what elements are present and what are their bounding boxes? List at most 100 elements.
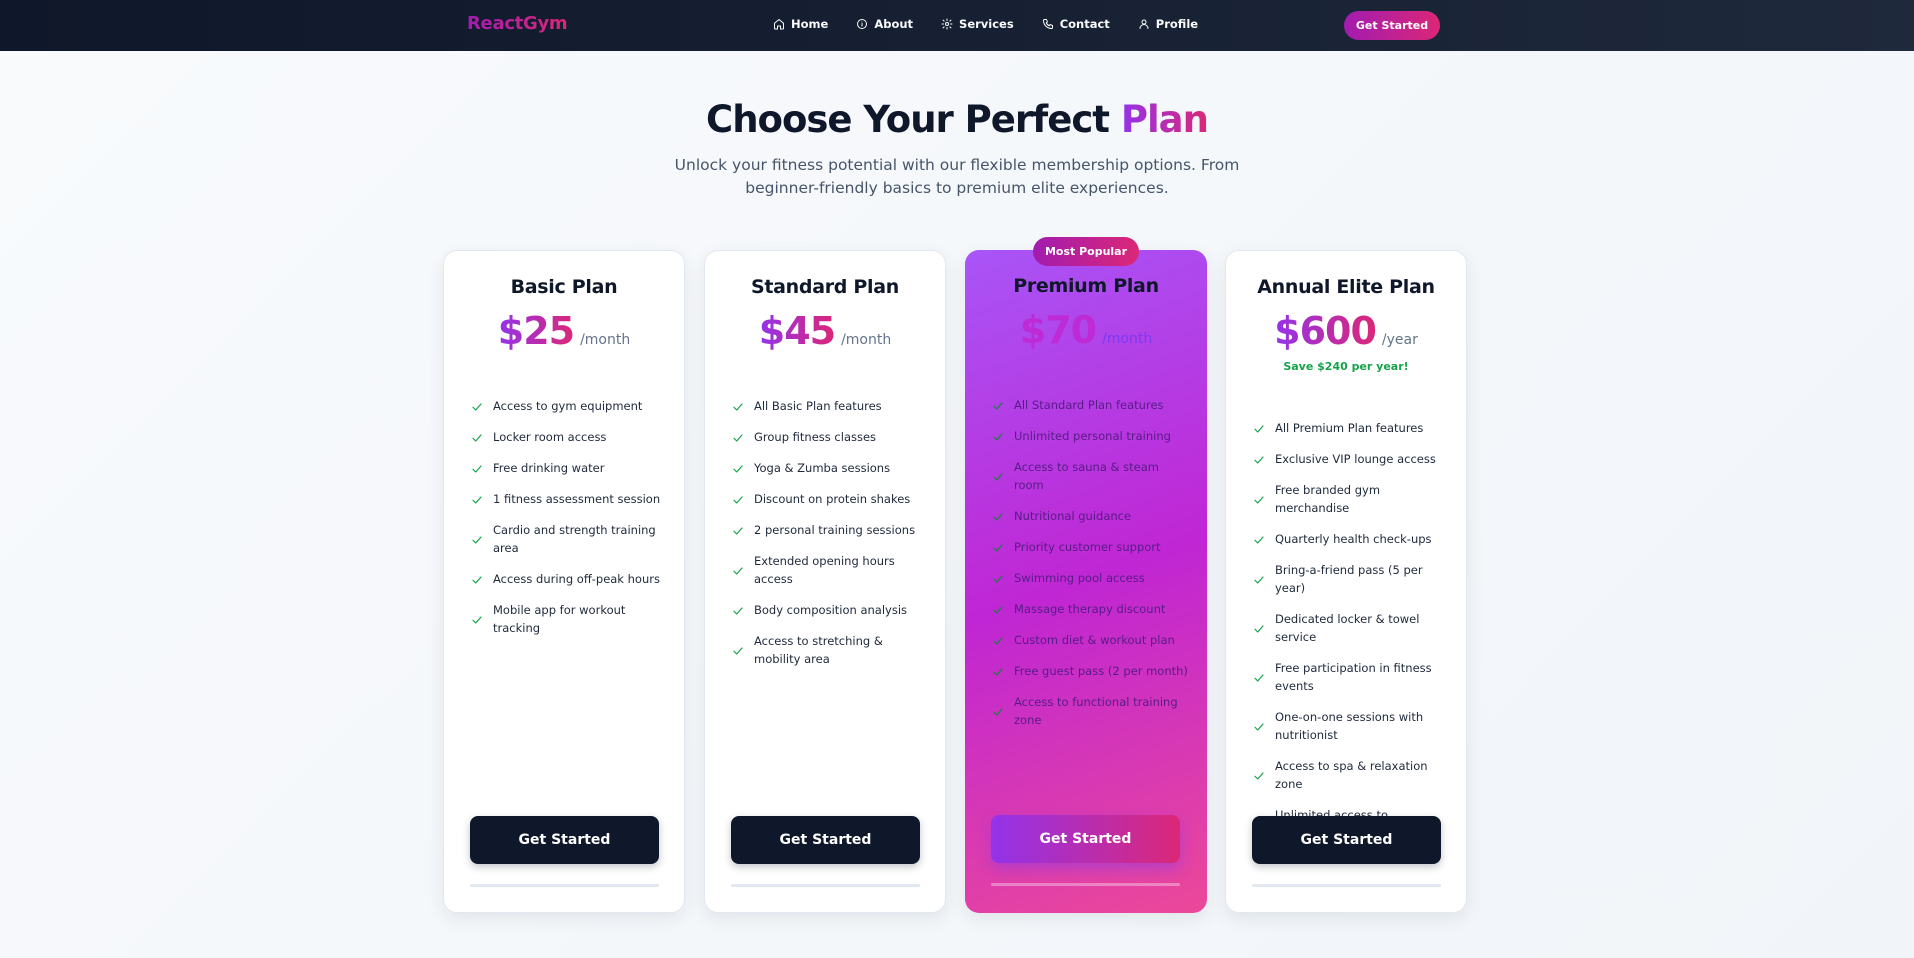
feature-item: Bring-a-friend pass (5 per year) (1253, 561, 1453, 597)
plan-name: Standard Plan (750, 276, 899, 298)
nav-link-label: Profile (1155, 17, 1199, 31)
phone-icon (1042, 19, 1053, 29)
feature-item: Free participation in fitness events (1253, 659, 1453, 695)
feature-item: Cardio and strength training area (471, 521, 671, 557)
feature-item: Yoga & Zumba sessions (732, 459, 932, 477)
nav-link-label: Contact (1059, 17, 1110, 31)
feature-item: Swimming pool access (992, 569, 1192, 587)
feature-item: Unlimited personal training (992, 427, 1192, 445)
get-started-button[interactable]: Get Started (470, 816, 659, 864)
nav-link-about[interactable]: About (856, 17, 913, 31)
feature-item: Nutritional guidance (992, 507, 1192, 525)
plan-price: $600 (1274, 309, 1377, 353)
feature-item: Access to stretching & mobility area (732, 632, 932, 668)
plan-period: /month (841, 332, 892, 348)
feature-text: 1 fitness assessment session (493, 492, 661, 506)
gear-icon (941, 18, 953, 30)
get-started-button[interactable]: Get Started (731, 816, 920, 864)
plan-card-basic: Basic Plan $25 /month Access to gym equi… (443, 250, 685, 913)
feature-text: Locker room access (493, 430, 607, 444)
home-icon (774, 19, 784, 30)
get-started-button[interactable]: Get Started (1252, 816, 1441, 864)
feature-item: Body composition analysis (732, 601, 932, 619)
check-icon (471, 533, 483, 545)
most-popular-badge: Most Popular (1033, 237, 1139, 266)
nav-link-contact[interactable]: Contact (1042, 17, 1110, 31)
plan-price: $45 (758, 309, 836, 353)
check-icon (992, 541, 1004, 553)
feature-text: Free guest pass (2 per month) (1014, 664, 1188, 678)
check-icon (732, 431, 744, 443)
feature-text: Swimming pool access (1014, 571, 1145, 585)
plan-period: /month (580, 332, 631, 348)
check-icon (992, 399, 1004, 411)
plan-period: /year (1381, 332, 1418, 348)
plan-price: $70 (1019, 308, 1097, 352)
plan-price: $25 (497, 309, 575, 353)
card-divider (470, 884, 659, 887)
nav-link-services[interactable]: Services (941, 17, 1014, 31)
feature-list: All Premium Plan features Exclusive VIP … (1253, 419, 1453, 855)
feature-item: All Premium Plan features (1253, 419, 1453, 437)
card-divider (991, 883, 1180, 886)
feature-text: All Basic Plan features (754, 399, 882, 413)
feature-text: Group fitness classes (754, 430, 877, 444)
nav-links: Home About Services Contact Profile (773, 17, 1198, 31)
check-icon (471, 613, 483, 625)
get-started-button[interactable]: Get Started (991, 815, 1180, 863)
feature-text: Free branded gym merchandise (1275, 483, 1381, 515)
check-icon (992, 634, 1004, 646)
plan-card-standard: Standard Plan $45 /month All Basic Plan … (704, 250, 946, 913)
feature-text: All Standard Plan features (1014, 398, 1164, 412)
check-icon (1253, 573, 1265, 585)
feature-item: Free branded gym merchandise (1253, 481, 1453, 517)
feature-item: Access to gym equipment (471, 397, 671, 415)
check-icon (732, 564, 744, 576)
feature-text: One-on-one sessions with nutritionist (1275, 710, 1424, 742)
feature-text: Access to gym equipment (493, 399, 643, 413)
feature-item: Dedicated locker & towel service (1253, 610, 1453, 646)
check-icon (992, 603, 1004, 615)
feature-text: Unlimited personal training (1014, 429, 1171, 443)
feature-text: Access during off-peak hours (493, 572, 660, 586)
nav-link-label: About (874, 17, 914, 31)
nav-get-started-button[interactable]: Get Started (1344, 11, 1440, 40)
feature-item: Extended opening hours access (732, 552, 932, 588)
card-divider (1252, 884, 1441, 887)
savings-note: Save $240 per year! (1283, 360, 1409, 373)
feature-text: Discount on protein shakes (754, 492, 911, 506)
feature-item: Locker room access (471, 428, 671, 446)
nav-link-home[interactable]: Home (773, 17, 828, 31)
feature-item: Access to sauna & steam room (992, 458, 1192, 494)
brand-logo[interactable]: ReactGym (467, 13, 568, 34)
check-icon (992, 665, 1004, 677)
check-icon (471, 573, 483, 585)
nav-link-profile[interactable]: Profile (1138, 17, 1198, 31)
check-icon (992, 470, 1004, 482)
page-title-main: Choose Your Perfect (706, 98, 1110, 141)
page-title-accent: Plan (1120, 98, 1209, 141)
check-icon (992, 430, 1004, 442)
check-icon (1253, 671, 1265, 683)
feature-item: Massage therapy discount (992, 600, 1192, 618)
feature-item: Priority customer support (992, 538, 1192, 556)
feature-item: Discount on protein shakes (732, 490, 932, 508)
feature-text: All Premium Plan features (1275, 421, 1424, 435)
plan-card-annual-elite: Annual Elite Plan $600 /year Save $240 p… (1225, 250, 1467, 913)
check-icon (732, 644, 744, 656)
check-icon (471, 493, 483, 505)
feature-item: Quarterly health check-ups (1253, 530, 1453, 548)
check-icon (1253, 453, 1265, 465)
feature-item: Free drinking water (471, 459, 671, 477)
page-title: Choose Your Perfect Plan (0, 98, 1914, 141)
feature-item: Exclusive VIP lounge access (1253, 450, 1453, 468)
feature-text: Access to functional training zone (1014, 695, 1178, 727)
price-row: $25 /month (444, 309, 684, 353)
check-icon (1253, 422, 1265, 434)
feature-item: Mobile app for workout tracking (471, 601, 671, 637)
feature-item: All Basic Plan features (732, 397, 932, 415)
feature-text: Massage therapy discount (1014, 602, 1166, 616)
price-row: $45 /month (705, 309, 945, 353)
page-subtitle: Unlock your fitness potential with our f… (674, 156, 1240, 197)
info-icon (857, 19, 868, 29)
